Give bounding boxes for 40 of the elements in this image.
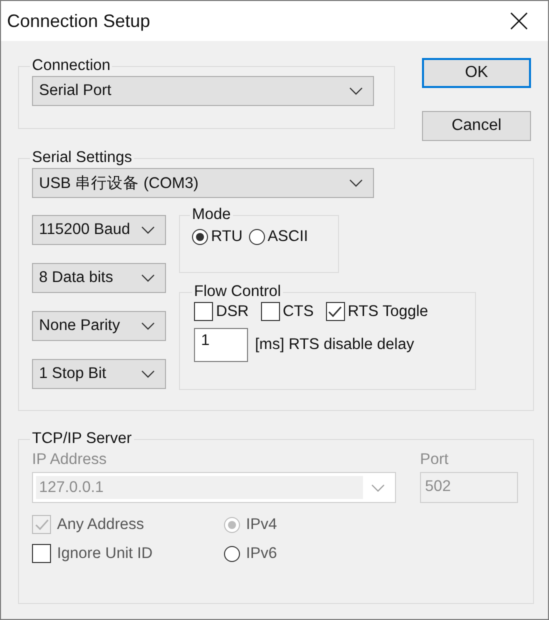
option-label: ASCII: [268, 228, 308, 246]
field-label: IP Address: [32, 451, 108, 469]
group-label: Flow Control: [193, 283, 282, 301]
chevron-icon: [371, 484, 385, 492]
chevron-icon: [349, 87, 363, 95]
option-label: IPv4: [246, 516, 278, 534]
radio-button[interactable]: [248, 229, 265, 245]
option-label: RTU: [211, 228, 243, 246]
checkbox[interactable]: [194, 302, 213, 321]
field-label: Port: [420, 451, 450, 469]
chevron-icon: [141, 274, 155, 282]
radio-button[interactable]: [192, 229, 208, 245]
window-title: Connection Setup: [7, 10, 150, 32]
cancel-button[interactable]: Cancel: [422, 111, 531, 141]
checkbox[interactable]: [326, 302, 345, 321]
group-label: TCP/IP Server: [31, 430, 133, 448]
field-label: [ms] RTS disable delay: [255, 336, 414, 354]
dropdown[interactable]: USB 串行设备 (COM3): [32, 168, 374, 198]
close-icon[interactable]: [510, 12, 528, 30]
chevron-icon: [141, 370, 155, 378]
dropdown[interactable]: 115200 Baud: [32, 215, 166, 245]
option-label: IPv6: [246, 544, 278, 562]
group-label: Connection: [31, 57, 112, 75]
ok-button[interactable]: OK: [422, 58, 531, 88]
option-label: Any Address: [57, 516, 144, 534]
chevron-icon: [349, 179, 363, 187]
dropdown[interactable]: 1 Stop Bit: [32, 359, 166, 389]
option-label: DSR: [216, 302, 249, 320]
input-field[interactable]: 1: [194, 328, 248, 362]
option-label: CTS: [282, 302, 314, 320]
dropdown[interactable]: Serial Port: [32, 76, 374, 106]
checkbox[interactable]: [260, 302, 280, 321]
group-label: Serial Settings: [31, 149, 133, 167]
option-label: RTS Toggle: [348, 302, 428, 320]
dropdown[interactable]: 8 Data bits: [32, 263, 166, 293]
dropdown[interactable]: None Parity: [32, 311, 166, 341]
option-label: Ignore Unit ID: [57, 544, 153, 562]
group-label: Mode: [191, 206, 232, 224]
chevron-icon: [141, 226, 155, 234]
chevron-icon: [141, 322, 155, 330]
